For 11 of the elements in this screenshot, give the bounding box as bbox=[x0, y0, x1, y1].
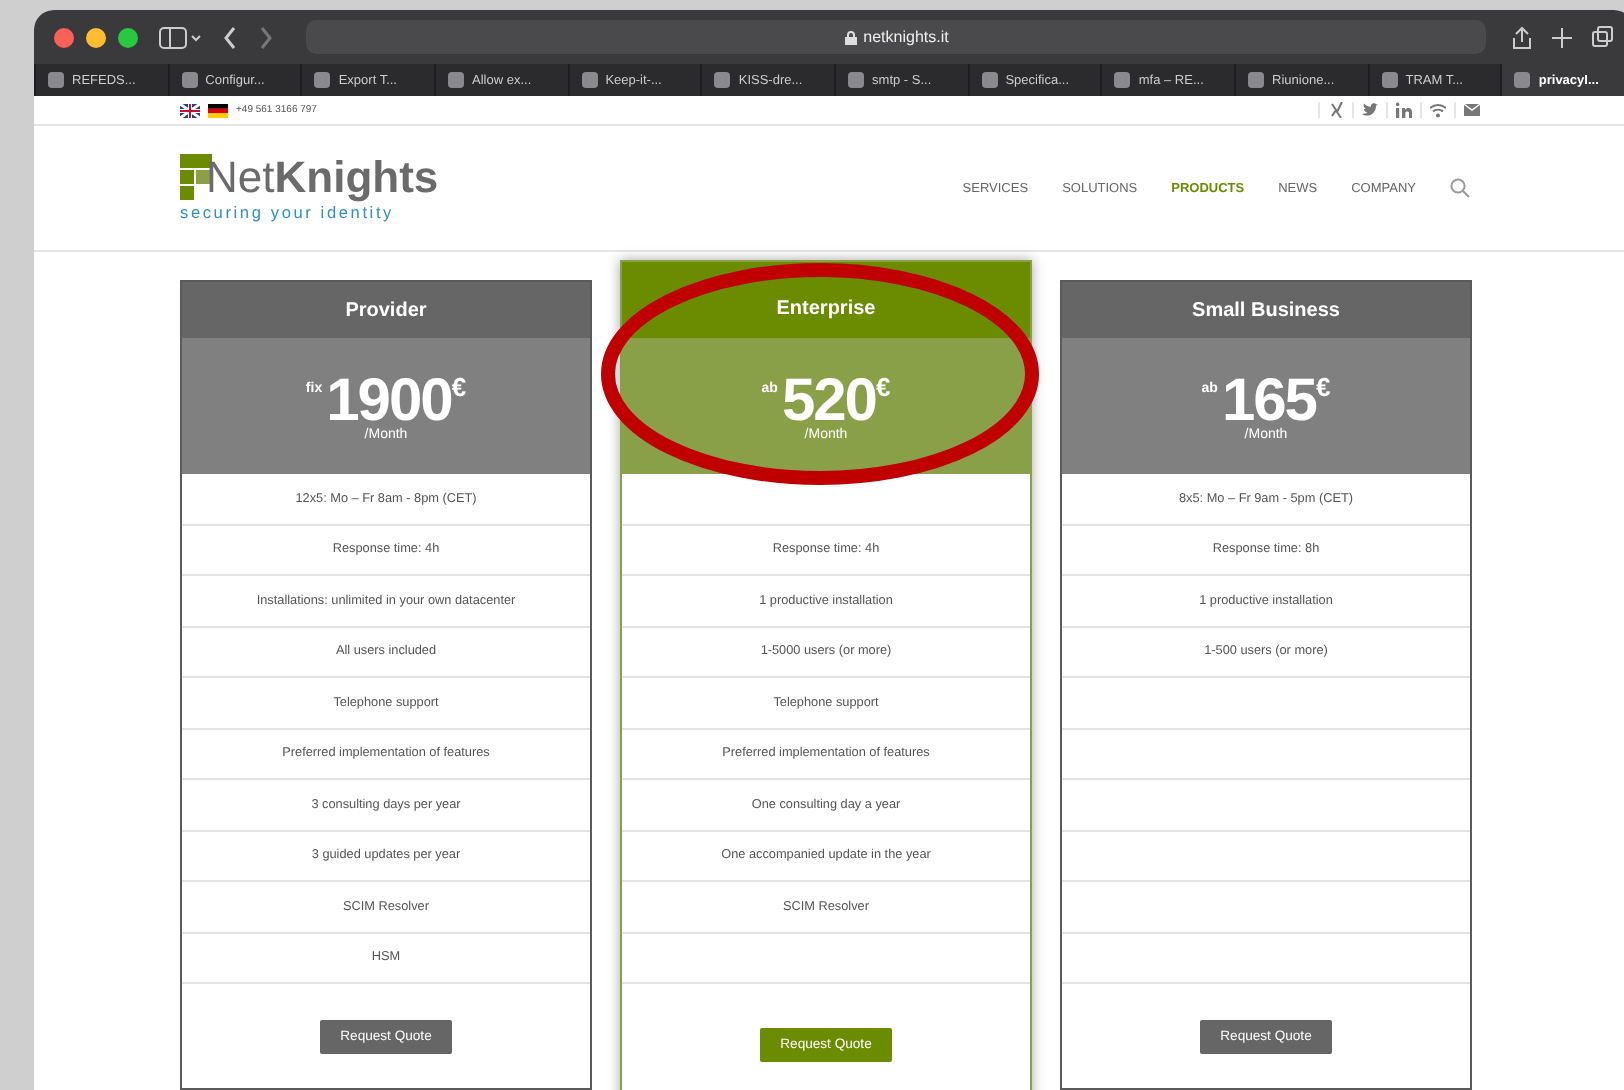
currency-sign: € bbox=[1316, 373, 1331, 399]
netknights-logo[interactable]: NetKnights securing your identity bbox=[180, 154, 439, 222]
plan-name: Provider bbox=[182, 282, 590, 338]
url-text: netknights.it bbox=[863, 28, 949, 46]
price-amount: 1900 bbox=[326, 371, 452, 431]
price-amount: 165 bbox=[1221, 371, 1316, 431]
currency-sign: € bbox=[451, 373, 467, 399]
price-amount: 520 bbox=[781, 371, 876, 431]
currency-sign: € bbox=[876, 373, 891, 399]
address-bar[interactable]: netknights.it bbox=[306, 20, 1486, 54]
plan-name: Small Business bbox=[1062, 282, 1470, 338]
